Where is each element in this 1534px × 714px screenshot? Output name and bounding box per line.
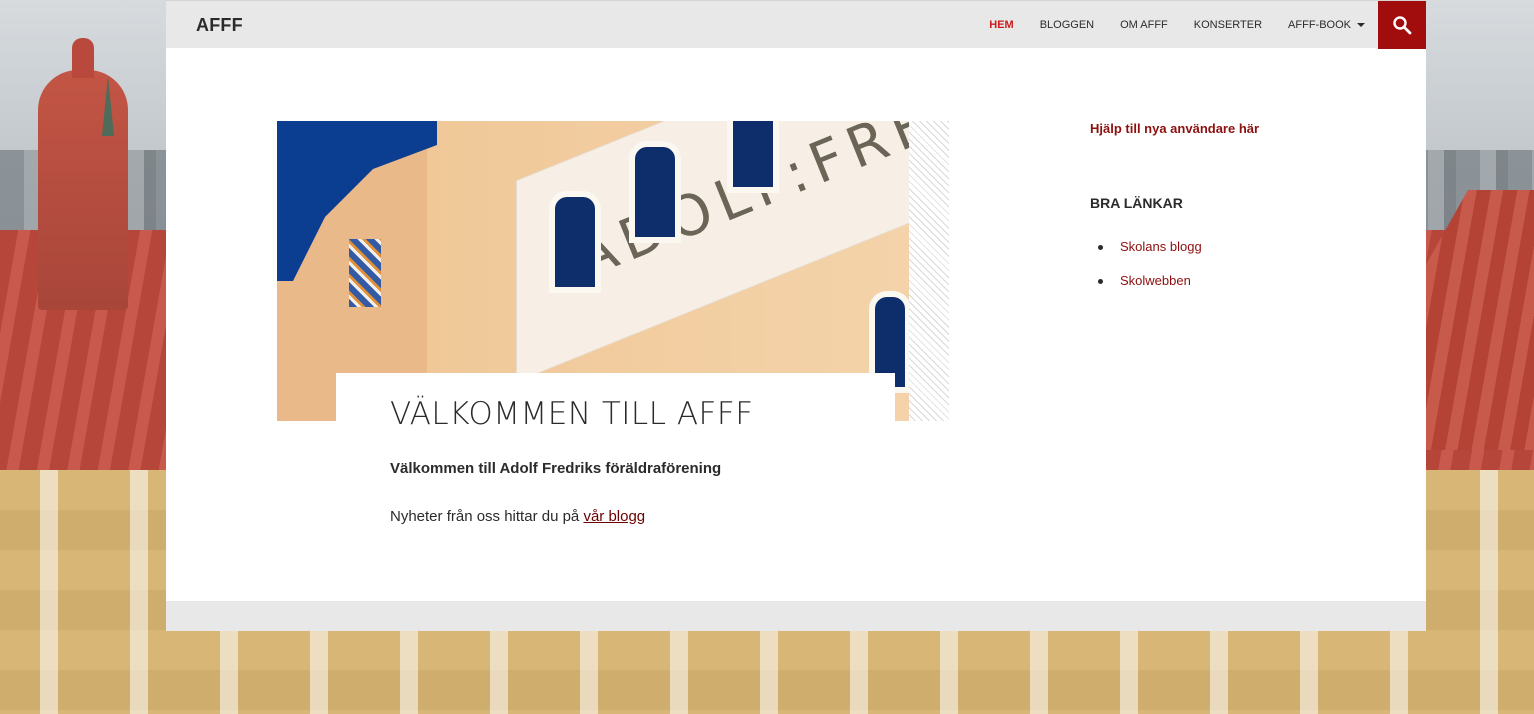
hatched-border — [909, 121, 949, 421]
page-title: VÄLKOMMEN TILL AFFF — [390, 396, 754, 432]
nav-label: OM AFFF — [1120, 19, 1168, 31]
link-list: Skolans blogg Skolwebben — [1098, 239, 1390, 288]
nav-item-hem[interactable]: HEM — [976, 1, 1026, 49]
nav-item-konserter[interactable]: KONSERTER — [1181, 1, 1275, 49]
nav-label: AFFF-BOOK — [1288, 19, 1351, 31]
mosaic-ornament — [349, 239, 381, 307]
blog-link[interactable]: vår blogg — [583, 508, 645, 525]
sidebar: Hjälp till nya användare här BRA LÄNKAR … — [1090, 121, 1390, 307]
entry-text: Nyheter från oss hittar du på vår blogg — [390, 508, 645, 525]
entry-lead: Välkommen till Adolf Fredriks föräldrafö… — [390, 460, 722, 477]
nav-item-om-afff[interactable]: OM AFFF — [1107, 1, 1181, 49]
nav-label: KONSERTER — [1193, 19, 1263, 31]
site-header: AFFF HEM BLOGGEN OM AFFF KONSERTER AFFF-… — [166, 0, 1426, 49]
nav-label: BLOGGEN — [1039, 19, 1095, 31]
list-item-skolwebben[interactable]: Skolwebben — [1098, 273, 1390, 288]
search-icon — [1393, 16, 1412, 35]
search-button[interactable] — [1378, 1, 1426, 49]
site-footer — [166, 601, 1426, 631]
help-new-users-link[interactable]: Hjälp till nya användare här — [1090, 121, 1390, 136]
list-item-skolans-blogg[interactable]: Skolans blogg — [1098, 239, 1390, 254]
entry-text-prefix: Nyheter från oss hittar du på — [390, 508, 584, 525]
primary-nav: HEM BLOGGEN OM AFFF KONSERTER AFFF-BOOK — [976, 1, 1378, 49]
nav-item-bloggen[interactable]: BLOGGEN — [1027, 1, 1107, 49]
nav-item-afff-book[interactable]: AFFF-BOOK — [1275, 1, 1378, 49]
caret-down-icon — [1357, 23, 1365, 27]
widget-title: BRA LÄNKAR — [1090, 195, 1183, 211]
site-container: AFFF HEM BLOGGEN OM AFFF KONSERTER AFFF-… — [166, 0, 1426, 631]
site-title[interactable]: AFFF — [196, 15, 243, 36]
nav-label: HEM — [989, 19, 1014, 31]
